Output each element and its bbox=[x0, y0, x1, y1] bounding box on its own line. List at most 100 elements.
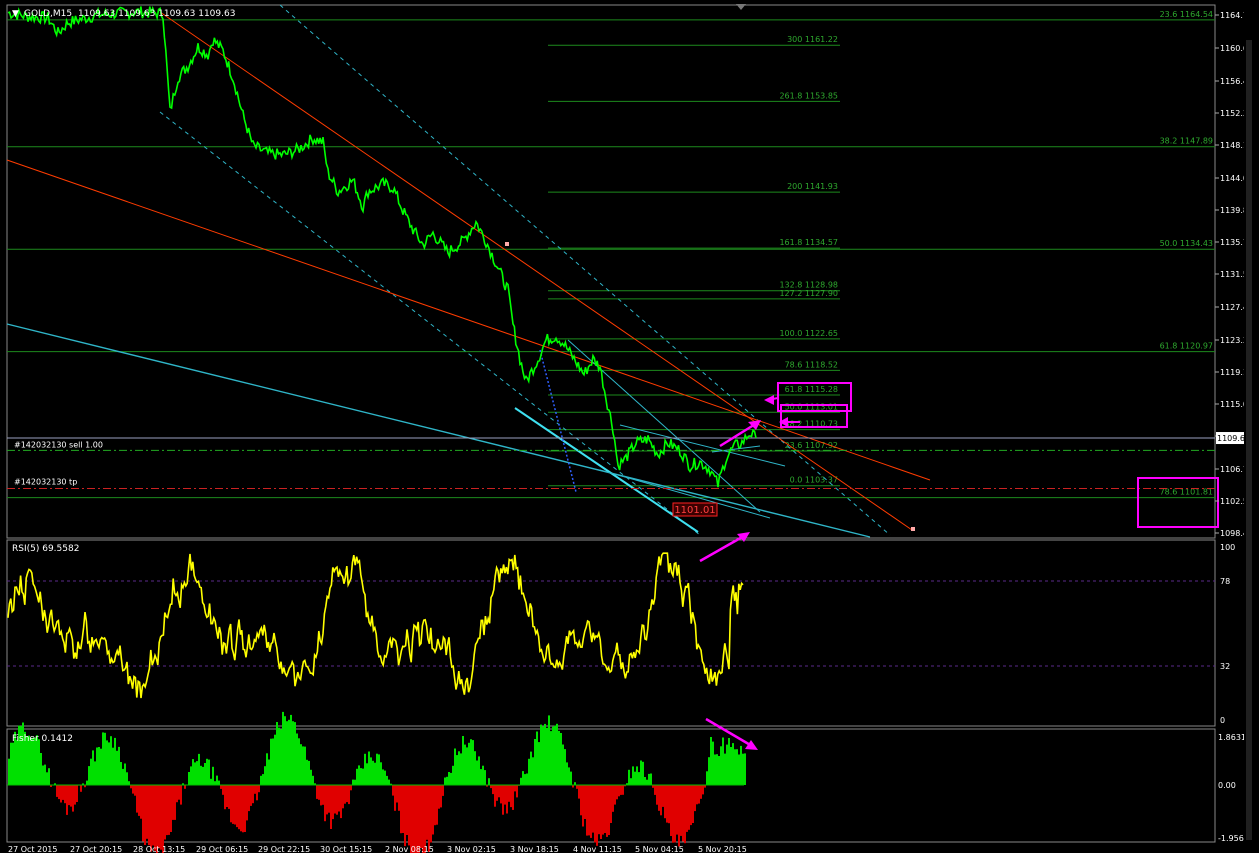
fisher-bar bbox=[150, 785, 152, 852]
order-sell-label: #142032130 sell 1.00 bbox=[14, 440, 103, 449]
fisher-bar bbox=[634, 771, 636, 785]
price-tick-label: 1131.5 bbox=[1220, 270, 1248, 279]
fisher-bar bbox=[670, 785, 672, 836]
fisher-bar bbox=[412, 785, 414, 853]
fisher-tick-label: 1.8631 bbox=[1218, 733, 1246, 742]
fisher-bar bbox=[454, 748, 456, 785]
fisher-bar bbox=[282, 711, 284, 785]
fisher-bar bbox=[578, 785, 580, 799]
fisher-bar bbox=[702, 785, 704, 795]
fisher-bar bbox=[508, 785, 510, 802]
fisher-bar bbox=[366, 763, 368, 785]
fisher-bar bbox=[456, 755, 458, 785]
scrollbar-track[interactable] bbox=[1246, 40, 1252, 840]
rsi-tick-label: 32 bbox=[1220, 662, 1230, 671]
fisher-bar bbox=[706, 771, 708, 785]
fisher-bar bbox=[268, 759, 270, 785]
fisher-bar bbox=[360, 768, 362, 785]
fisher-bar bbox=[288, 719, 290, 785]
fisher-bar bbox=[432, 785, 434, 835]
fisher-bar bbox=[224, 785, 226, 810]
price-tick-label: 1135.7 bbox=[1220, 238, 1248, 247]
fisher-bar bbox=[678, 785, 680, 847]
fisher-bar bbox=[458, 751, 460, 785]
fisher-bar bbox=[600, 785, 602, 839]
fisher-bar bbox=[62, 785, 64, 800]
fisher-bar bbox=[356, 768, 358, 785]
fisher-bar bbox=[680, 785, 682, 836]
fisher-bar bbox=[548, 715, 550, 785]
fibo-level-label: 50.0 1113.01 bbox=[785, 402, 838, 411]
fisher-bar bbox=[724, 753, 726, 785]
fisher-bar bbox=[446, 776, 448, 785]
fisher-bar bbox=[90, 758, 92, 785]
fisher-bar bbox=[434, 785, 436, 826]
fisher-bar bbox=[620, 785, 622, 795]
rsi-tick-label: 78 bbox=[1220, 577, 1230, 586]
fisher-bar bbox=[136, 785, 138, 813]
fisher-bar bbox=[254, 785, 256, 794]
time-tick-label: 29 Oct 22:15 bbox=[258, 845, 310, 853]
fibo-level-label: 100.0 1122.65 bbox=[779, 329, 838, 338]
fisher-bar bbox=[622, 785, 624, 795]
fisher-bar bbox=[404, 785, 406, 847]
fisher-bar bbox=[566, 762, 568, 785]
fisher-bar bbox=[594, 785, 596, 843]
fisher-bar bbox=[134, 785, 136, 796]
fibo-level-label: 161.8 1134.57 bbox=[779, 238, 838, 247]
fisher-bar bbox=[570, 771, 572, 785]
fisher-bar bbox=[258, 785, 260, 793]
trendline-anchor-point[interactable] bbox=[505, 242, 509, 246]
price-tick-label: 1115.0 bbox=[1220, 400, 1248, 409]
fisher-bar bbox=[66, 785, 68, 815]
fisher-bar bbox=[582, 785, 584, 827]
fisher-bar bbox=[606, 785, 608, 837]
fisher-bar bbox=[636, 766, 638, 785]
price-box: 1101.01 bbox=[672, 502, 718, 517]
time-tick-label: 4 Nov 11:15 bbox=[573, 845, 622, 853]
fisher-bar bbox=[74, 785, 76, 805]
fisher-bar bbox=[612, 785, 614, 812]
fisher-bar bbox=[506, 785, 508, 814]
fisher-bar bbox=[710, 737, 712, 785]
fisher-bar bbox=[272, 738, 274, 785]
fisher-bar bbox=[584, 785, 586, 819]
fibo-level-label: 261.8 1153.85 bbox=[779, 91, 838, 100]
fisher-bar bbox=[212, 766, 214, 785]
fisher-bar bbox=[32, 737, 34, 785]
fisher-bar bbox=[464, 744, 466, 785]
fisher-bar bbox=[286, 721, 288, 785]
fisher-bar bbox=[638, 772, 640, 785]
fisher-bar bbox=[310, 769, 312, 785]
trendline-anchor-point-end[interactable] bbox=[911, 527, 915, 531]
fisher-bar bbox=[322, 785, 324, 805]
fisher-bar bbox=[614, 785, 616, 805]
fisher-bar bbox=[164, 785, 166, 840]
fisher-bar bbox=[180, 785, 182, 805]
fisher-bar bbox=[296, 733, 298, 785]
fisher-bar bbox=[122, 768, 124, 785]
fisher-bar bbox=[676, 785, 678, 835]
fisher-bar bbox=[216, 775, 218, 785]
fisher-bar bbox=[208, 759, 210, 785]
fibo-long-level-label: 38.2 1147.89 bbox=[1160, 137, 1213, 146]
price-tick-label: 1160.6 bbox=[1220, 44, 1248, 53]
fisher-bar bbox=[648, 773, 650, 785]
fisher-bar bbox=[476, 760, 478, 785]
fisher-bar bbox=[608, 785, 610, 835]
fisher-bar bbox=[46, 772, 48, 785]
fisher-bar bbox=[16, 739, 18, 785]
fisher-bar bbox=[552, 726, 554, 785]
time-tick-label: 5 Nov 04:15 bbox=[635, 845, 684, 853]
fisher-bar bbox=[580, 785, 582, 816]
fisher-bar bbox=[684, 785, 686, 844]
triangle-down-icon[interactable]: ▼ bbox=[12, 9, 19, 19]
fisher-bar bbox=[96, 747, 98, 785]
fisher-bar bbox=[416, 785, 418, 853]
fisher-bar bbox=[76, 785, 78, 802]
fisher-bar bbox=[170, 785, 172, 832]
fisher-bar bbox=[430, 785, 432, 843]
fisher-bar bbox=[242, 785, 244, 833]
fisher-bar bbox=[276, 722, 278, 785]
fisher-bar bbox=[306, 759, 308, 785]
